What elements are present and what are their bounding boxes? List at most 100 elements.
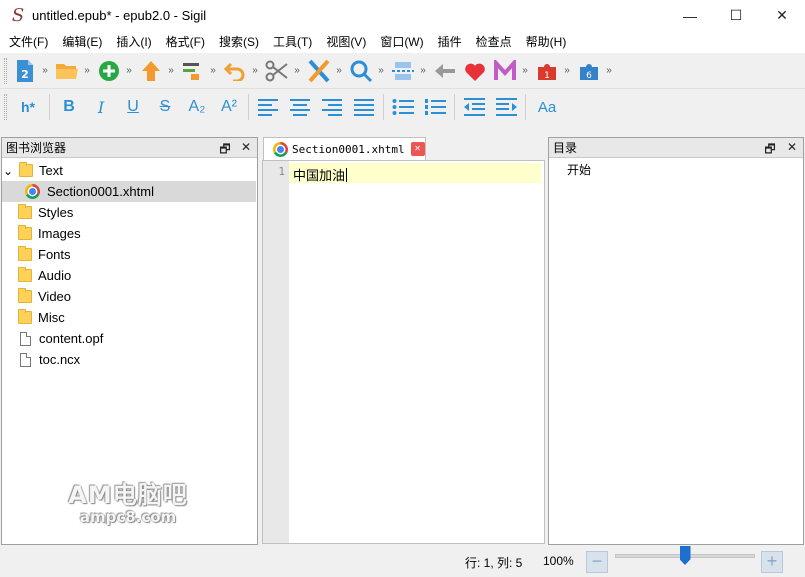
menu-file[interactable]: 文件(F) [2,31,55,53]
increase-indent-button[interactable] [490,92,522,122]
strikethrough-button[interactable]: S [149,92,181,122]
folder-open-icon [56,63,78,79]
code-line[interactable]: 中国加油 [293,165,348,184]
toolbar-overflow[interactable]: » [376,65,386,76]
code-editor[interactable]: 1 中国加油 [262,160,545,544]
menu-bar: 文件(F) 编辑(E) 插入(I) 格式(F) 搜索(S) 工具(T) 视图(V… [0,31,805,53]
toolbar-overflow[interactable]: » [334,65,344,76]
float-panel-icon[interactable]: 🗗 [763,140,777,161]
toolbar-overflow[interactable]: » [520,65,530,76]
back-button[interactable] [430,56,460,86]
menu-checkpoints[interactable]: 检查点 [469,31,519,53]
cursor-position: 行: 1, 列: 5 [465,556,523,570]
menu-edit[interactable]: 编辑(E) [55,31,109,53]
subscript-button[interactable]: A₂ [181,92,213,122]
menu-window[interactable]: 窗口(W) [373,31,430,53]
zoom-out-button[interactable]: − [586,551,608,573]
numbered-list-button[interactable] [419,92,451,122]
tab-close-icon[interactable]: ✕ [410,142,425,156]
align-right-button[interactable] [316,92,348,122]
tree-folder-images[interactable]: Images [2,223,256,244]
folder-icon [18,267,32,282]
menu-tools[interactable]: 工具(T) [266,31,319,53]
toolbar-grip[interactable] [4,57,7,84]
heading-button[interactable]: h* [10,92,46,122]
toolbar-overflow[interactable]: » [124,65,134,76]
align-center-icon [290,98,310,116]
close-button[interactable]: ✕ [759,0,805,31]
justify-button[interactable] [348,92,380,122]
decrease-indent-button[interactable] [458,92,490,122]
add-file-button[interactable] [94,56,124,86]
tree-folder-video[interactable]: Video [2,286,256,307]
bold-button[interactable]: B [53,92,85,122]
numbered-list-icon [425,99,446,115]
tree-item-label: Video [38,289,72,304]
tree-folder-text[interactable]: ⌄ Text [2,160,256,181]
format-toolbar: h* B I U S A₂ A² Aa [0,89,805,125]
open-button[interactable] [52,56,82,86]
align-center-button[interactable] [284,92,316,122]
toolbar-overflow[interactable]: » [166,65,176,76]
tree-item-label: Section0001.xhtml [47,184,154,199]
menu-search[interactable]: 搜索(S) [212,31,266,53]
bullet-list-button[interactable] [387,92,419,122]
tree-folder-audio[interactable]: Audio [2,265,256,286]
maximize-button[interactable]: ☐ [713,0,759,31]
mend-m-icon [494,59,516,80]
menu-view[interactable]: 视图(V) [319,31,373,53]
folder-icon [18,246,32,261]
underline-button[interactable]: U [117,92,149,122]
insert-break-button[interactable] [388,56,418,86]
file-icon [20,352,31,367]
tree-item-label: Images [38,226,81,241]
tree-file-toc-ncx[interactable]: toc.ncx [2,349,256,370]
tree-folder-fonts[interactable]: Fonts [2,244,256,265]
plugin-button-1[interactable]: 1 [532,56,562,86]
toolbar-overflow[interactable]: » [292,65,302,76]
outdent-icon [464,98,485,116]
close-panel-icon[interactable]: ✕ [785,140,799,154]
menu-plugins[interactable]: 插件 [431,31,469,53]
move-up-button[interactable] [136,56,166,86]
cut-button[interactable] [262,56,292,86]
toolbar-overflow[interactable]: » [250,65,260,76]
menu-insert[interactable]: 插入(I) [109,31,158,53]
tree-file-content-opf[interactable]: content.opf [2,328,256,349]
float-panel-icon[interactable]: 🗗 [218,140,232,161]
tree-folder-styles[interactable]: Styles [2,202,256,223]
toolbar-overflow[interactable]: » [604,65,614,76]
find-button[interactable] [346,56,376,86]
toolbar-overflow[interactable]: » [208,65,218,76]
close-panel-icon[interactable]: ✕ [239,140,253,154]
toolbar-overflow[interactable]: » [418,65,428,76]
toolbar-overflow[interactable]: » [40,65,50,76]
toolbar-grip[interactable] [4,94,7,120]
new-book-button[interactable]: 2 [10,56,40,86]
line-number-gutter [263,161,289,543]
minimize-button[interactable]: — [667,0,713,31]
superscript-button[interactable]: A² [213,92,245,122]
zoom-in-button[interactable]: + [761,551,783,573]
toolbar-overflow[interactable]: » [82,65,92,76]
menu-help[interactable]: 帮助(H) [519,31,574,53]
menu-format[interactable]: 格式(F) [159,31,212,53]
line-number: 1 [278,165,285,178]
align-right-icon [322,98,342,116]
tree-file-section0001[interactable]: Section0001.xhtml [2,181,256,202]
split-button[interactable] [304,56,334,86]
metadata-button[interactable] [178,56,208,86]
mend-button[interactable] [490,56,520,86]
italic-button[interactable]: I [85,92,117,122]
undo-button[interactable] [220,56,250,86]
tree-folder-misc[interactable]: Misc [2,307,256,328]
donate-button[interactable] [460,56,490,86]
plugin-button-2[interactable]: 6 [574,56,604,86]
align-left-button[interactable] [252,92,284,122]
folder-icon [18,288,32,303]
toc-entry[interactable]: 开始 [567,161,591,178]
tab-section0001[interactable]: Section0001.xhtml ✕ [263,137,426,160]
text-case-button[interactable]: Aa [529,92,565,122]
expand-chevron-icon[interactable]: ⌄ [3,165,17,177]
toolbar-overflow[interactable]: » [562,65,572,76]
